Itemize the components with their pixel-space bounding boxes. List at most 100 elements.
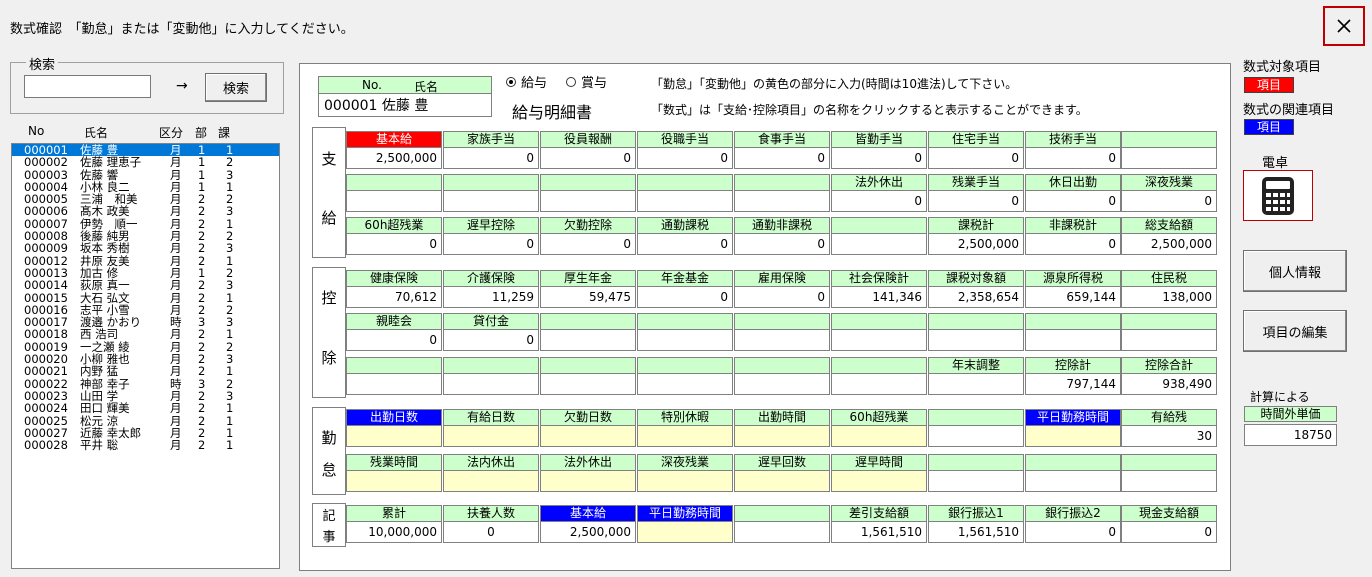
edit-items-button[interactable]: 項目の編集 — [1243, 310, 1347, 352]
item-value-kiji[interactable]: 0 — [1121, 521, 1217, 543]
item-value-kojo[interactable] — [443, 373, 539, 395]
item-header-kojo[interactable]: 健康保険 — [346, 270, 442, 287]
item-header-kojo[interactable]: 貸付金 — [443, 313, 539, 330]
item-value-kintai[interactable] — [928, 425, 1024, 447]
item-value-kiji[interactable] — [637, 521, 733, 543]
item-value-kintai[interactable] — [1025, 425, 1121, 447]
item-value-kintai[interactable] — [637, 425, 733, 447]
list-item[interactable]: 000002 佐藤 理恵子 月 1 2 — [12, 156, 279, 169]
item-value-kojo[interactable] — [928, 329, 1024, 351]
item-header-shikyu[interactable]: 欠勤控除 — [540, 217, 636, 234]
item-value-kiji[interactable]: 2,500,000 — [540, 521, 636, 543]
item-value-kintai[interactable] — [443, 425, 539, 447]
item-value-shikyu[interactable] — [831, 233, 927, 255]
personal-info-button[interactable]: 個人情報 — [1243, 250, 1347, 292]
item-value-shikyu[interactable] — [443, 190, 539, 212]
calculator-button[interactable] — [1243, 170, 1313, 221]
item-header-kojo[interactable]: 介護保険 — [443, 270, 539, 287]
item-header-shikyu[interactable]: 役員報酬 — [540, 131, 636, 148]
item-header-kiji[interactable]: 銀行振込2 — [1025, 505, 1121, 522]
item-value-kojo[interactable]: 138,000 — [1121, 286, 1217, 308]
item-header-kiji[interactable]: 差引支給額 — [831, 505, 927, 522]
item-value-kojo[interactable] — [734, 329, 830, 351]
item-value-shikyu[interactable] — [1121, 147, 1217, 169]
item-value-kojo[interactable] — [637, 329, 733, 351]
item-header-kintai[interactable]: 法内休出 — [443, 454, 539, 471]
item-value-kojo[interactable] — [1121, 329, 1217, 351]
item-header-kojo[interactable]: 年金基金 — [637, 270, 733, 287]
item-value-kojo[interactable] — [540, 373, 636, 395]
item-value-kojo[interactable]: 0 — [443, 329, 539, 351]
item-value-kojo[interactable]: 70,612 — [346, 286, 442, 308]
list-item[interactable]: 000006 髙木 政美 月 2 3 — [12, 205, 279, 218]
item-header-kojo[interactable]: 課税対象額 — [928, 270, 1024, 287]
item-header-kiji[interactable]: 扶養人数 — [443, 505, 539, 522]
item-header-kintai[interactable]: 有給残 — [1121, 409, 1217, 426]
item-header-shikyu[interactable]: 遅早控除 — [443, 217, 539, 234]
item-value-shikyu[interactable]: 2,500,000 — [1121, 233, 1217, 255]
item-header-shikyu[interactable]: 課税計 — [928, 217, 1024, 234]
item-value-kojo[interactable]: 11,259 — [443, 286, 539, 308]
item-header-kintai[interactable]: 遅早回数 — [734, 454, 830, 471]
item-value-shikyu[interactable] — [346, 190, 442, 212]
item-header-kintai[interactable]: 平日勤務時間 — [1025, 409, 1121, 426]
radio-salary[interactable]: 給与 — [506, 72, 547, 91]
item-value-kintai[interactable] — [831, 425, 927, 447]
item-value-kintai[interactable] — [637, 470, 733, 492]
item-value-kojo[interactable]: 797,144 — [1025, 373, 1121, 395]
item-value-shikyu[interactable]: 0 — [637, 233, 733, 255]
item-header-kintai[interactable]: 深夜残業 — [637, 454, 733, 471]
item-value-kojo[interactable]: 0 — [346, 329, 442, 351]
item-header-shikyu[interactable]: 深夜残業 — [1121, 174, 1217, 191]
item-value-shikyu[interactable]: 0 — [734, 233, 830, 255]
item-value-kintai[interactable] — [928, 470, 1024, 492]
item-header-kojo[interactable]: 源泉所得税 — [1025, 270, 1121, 287]
item-value-kojo[interactable] — [734, 373, 830, 395]
item-value-shikyu[interactable]: 0 — [734, 147, 830, 169]
item-value-kintai[interactable] — [540, 425, 636, 447]
item-header-shikyu[interactable]: 残業手当 — [928, 174, 1024, 191]
item-value-shikyu[interactable]: 0 — [443, 233, 539, 255]
item-header-shikyu[interactable]: 住宅手当 — [928, 131, 1024, 148]
item-header-shikyu[interactable]: 通勤課税 — [637, 217, 733, 234]
item-value-kojo[interactable] — [540, 329, 636, 351]
item-value-shikyu[interactable]: 0 — [540, 147, 636, 169]
item-value-shikyu[interactable]: 0 — [1121, 190, 1217, 212]
item-header-shikyu[interactable]: 役職手当 — [637, 131, 733, 148]
item-header-kintai[interactable]: 残業時間 — [346, 454, 442, 471]
item-header-kojo[interactable]: 控除計 — [1025, 357, 1121, 374]
item-value-shikyu[interactable]: 0 — [1025, 233, 1121, 255]
item-value-kojo[interactable] — [637, 373, 733, 395]
item-value-shikyu[interactable]: 0 — [346, 233, 442, 255]
item-value-kiji[interactable]: 10,000,000 — [346, 521, 442, 543]
item-value-kintai[interactable] — [734, 425, 830, 447]
item-value-shikyu[interactable]: 0 — [928, 190, 1024, 212]
item-header-kintai[interactable]: 欠勤日数 — [540, 409, 636, 426]
list-item[interactable]: 000025 松元 涼 月 2 1 — [12, 414, 279, 427]
item-value-kintai[interactable] — [1025, 470, 1121, 492]
item-header-kojo[interactable]: 雇用保険 — [734, 270, 830, 287]
search-button[interactable]: 検索 — [205, 73, 267, 102]
list-item[interactable]: 000021 内野 猛 月 2 1 — [12, 365, 279, 378]
item-value-kojo[interactable] — [831, 329, 927, 351]
item-value-kiji[interactable]: 0 — [443, 521, 539, 543]
item-header-shikyu[interactable]: 技術手当 — [1025, 131, 1121, 148]
item-header-kiji[interactable]: 銀行振込1 — [928, 505, 1024, 522]
employee-listbox[interactable]: 000001 佐藤 豊月 1 1 000002 佐藤 理恵子月 1 2 000003 佐藤 響月1… — [11, 143, 280, 569]
item-value-shikyu[interactable] — [637, 190, 733, 212]
list-item[interactable]: 000015 大石 弘文 月 2 1 — [12, 291, 279, 304]
item-value-kintai[interactable]: 30 — [1121, 425, 1217, 447]
list-item[interactable]: 000014 荻原 真一 月 2 3 — [12, 279, 279, 292]
item-value-shikyu[interactable]: 0 — [1025, 190, 1121, 212]
item-value-kiji[interactable]: 0 — [1025, 521, 1121, 543]
list-item[interactable]: 000028 平井 聡 月 2 1 — [12, 439, 279, 452]
item-header-kintai[interactable]: 出勤日数 — [346, 409, 442, 426]
item-value-shikyu[interactable] — [540, 190, 636, 212]
item-value-kintai[interactable] — [1121, 470, 1217, 492]
item-header-kojo[interactable]: 控除合計 — [1121, 357, 1217, 374]
item-value-kojo[interactable]: 59,475 — [540, 286, 636, 308]
item-header-shikyu[interactable]: 通勤非課税 — [734, 217, 830, 234]
item-value-shikyu[interactable]: 0 — [831, 190, 927, 212]
item-header-shikyu[interactable]: 非課税計 — [1025, 217, 1121, 234]
item-value-kintai[interactable] — [346, 425, 442, 447]
